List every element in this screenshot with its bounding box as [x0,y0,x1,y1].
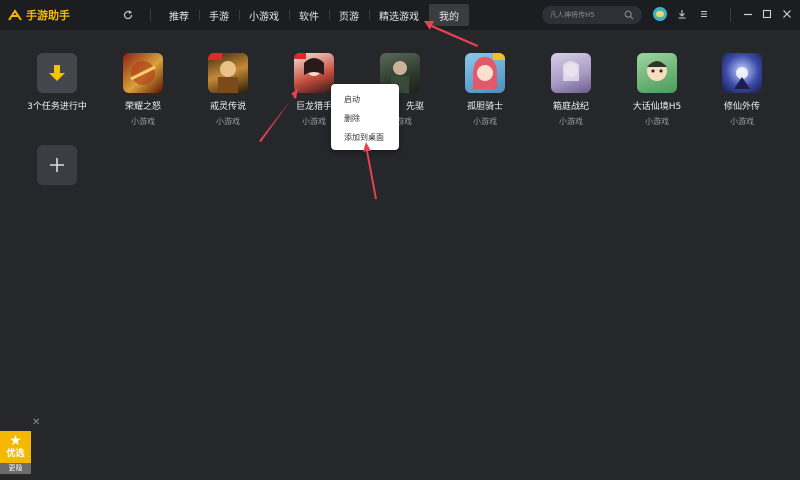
menu-item-add-to-desktop[interactable]: 添加到桌面 [331,128,399,147]
promo-label: 优选 [6,449,25,459]
minimize-icon[interactable] [741,7,755,21]
tab-web-games[interactable]: 页游 [329,4,369,26]
menu-item-delete[interactable]: 删除 [331,109,399,128]
tab-recommend[interactable]: 推荐 [159,4,199,26]
game-type: 小游戏 [645,117,669,126]
title-bar: 手游助手 推荐 手游 小游戏 软件 页游 精选游戏 我的 [0,0,800,30]
game-item[interactable]: 戒灵传说 小游戏 [188,53,268,127]
game-icon[interactable] [294,53,334,93]
game-icon[interactable] [123,53,163,93]
maximize-icon[interactable] [760,7,774,21]
menu-item-launch[interactable]: 启动 [331,90,399,109]
search-icon[interactable] [624,10,634,20]
tab-featured-games[interactable]: 精选游戏 [369,4,429,26]
download-tasks-label: 3个任务进行中 [27,102,87,112]
tab-mine[interactable]: 我的 [429,4,469,26]
app-name: 手游助手 [26,9,70,22]
game-item[interactable]: 荣耀之怒 小游戏 [103,53,183,127]
game-item[interactable]: 箱庭战纪 小游戏 [531,53,611,127]
game-icon[interactable] [465,53,505,93]
promo-close-icon[interactable]: ✕ [32,417,40,428]
context-menu: 启动 删除 添加到桌面 [331,84,399,150]
menu-icon[interactable] [697,7,711,21]
search-box[interactable] [542,6,642,24]
add-game-button[interactable] [37,145,77,185]
game-icon[interactable] [551,53,591,93]
download-icon[interactable] [675,7,689,21]
tab-software[interactable]: 软件 [289,4,329,26]
game-icon[interactable] [637,53,677,93]
star-icon: ★ [9,433,22,449]
logo-icon [8,9,22,21]
game-type: 小游戏 [131,117,155,126]
user-avatar-icon[interactable] [653,7,667,21]
tab-mini-games[interactable]: 小游戏 [239,4,289,26]
game-name: 荣耀之怒 [124,102,161,112]
game-icon[interactable] [722,53,762,93]
game-item[interactable]: 孤胆骑士 小游戏 [445,53,525,127]
window-controls-divider [730,8,731,22]
game-icon[interactable] [208,53,248,93]
app-logo: 手游助手 [8,7,108,23]
game-name: 大话仙境H5 [632,102,682,112]
game-type: 小游戏 [730,117,754,126]
refresh-icon[interactable] [120,7,136,23]
plus-icon [50,158,64,172]
game-name: 修仙外传 [723,102,760,112]
game-name: 戒灵传说 [209,102,246,112]
game-type: 小游戏 [216,117,240,126]
download-tasks-item[interactable]: 3个任务进行中 [17,53,97,112]
game-name: 箱庭战纪 [552,102,589,112]
search-input[interactable] [550,11,624,19]
nav-divider [150,9,151,21]
close-icon[interactable] [780,7,794,21]
main-nav: 推荐 手游 小游戏 软件 页游 精选游戏 我的 [159,0,469,30]
download-task-icon[interactable] [37,53,77,93]
game-type: 小游戏 [559,117,583,126]
game-type: 小游戏 [473,117,497,126]
game-item[interactable]: 修仙外传 小游戏 [702,53,782,127]
promo-sub: 更隐 [0,463,31,474]
game-name: 孤胆骑士 [466,102,503,112]
tab-mobile-games[interactable]: 手游 [199,4,239,26]
arrow-to-add-desktop [363,142,377,199]
game-item[interactable]: 大话仙境H5 小游戏 [617,53,697,127]
promo-badge[interactable]: ★ 优选 更隐 [0,431,31,474]
